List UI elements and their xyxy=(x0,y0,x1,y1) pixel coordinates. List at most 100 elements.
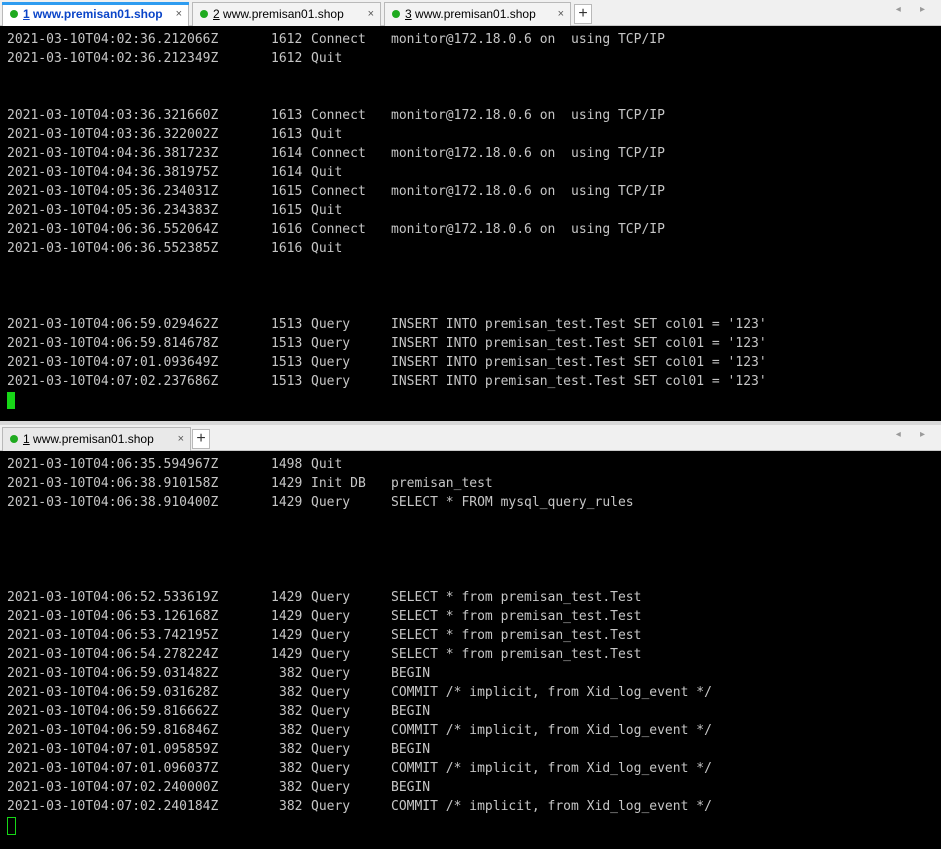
log-timestamp: 2021-03-10T04:06:59.031482Z xyxy=(7,666,219,681)
connected-status-icon xyxy=(392,10,400,18)
log-command: Connect xyxy=(311,146,366,161)
log-command: Connect xyxy=(311,32,366,47)
log-timestamp: 2021-03-10T04:07:02.240000Z xyxy=(7,780,219,795)
connected-status-icon xyxy=(10,435,18,443)
tab-label: 1 www.premisan01.shop xyxy=(23,432,154,446)
tab-session-2[interactable]: 2 www.premisan01.shop × xyxy=(192,2,381,26)
log-timestamp: 2021-03-10T04:04:36.381723Z xyxy=(7,146,219,161)
log-command: Query xyxy=(311,609,351,624)
close-tab-icon[interactable]: × xyxy=(178,428,184,450)
log-command: Query xyxy=(311,723,351,738)
log-command: Query xyxy=(311,647,351,662)
log-thread-id: 1429 xyxy=(271,590,303,605)
log-timestamp: 2021-03-10T04:06:54.278224Z xyxy=(7,647,219,662)
log-thread-id: 1614 xyxy=(271,146,303,161)
top-terminal-output[interactable]: 2021-03-10T04:02:36.212066Z 1612 Connect mo… xyxy=(0,26,941,421)
log-argument: COMMIT /* implicit, from Xid_log_event *… xyxy=(391,723,712,738)
bottom-tab-bar: 1 www.premisan01.shop × + ◂ ▸ xyxy=(0,425,941,451)
log-command: Connect xyxy=(311,108,366,123)
log-command: Query xyxy=(311,761,351,776)
log-thread-id: 1614 xyxy=(271,165,303,180)
log-argument: monitor@172.18.0.6 on using TCP/IP xyxy=(391,108,665,123)
log-argument: SELECT * from premisan_test.Test xyxy=(391,647,642,662)
log-command: Query xyxy=(311,742,351,757)
log-thread-id: 382 xyxy=(279,704,303,719)
log-timestamp: 2021-03-10T04:06:53.742195Z xyxy=(7,628,219,643)
close-tab-icon[interactable]: × xyxy=(558,3,564,25)
close-tab-icon[interactable]: × xyxy=(368,3,374,25)
log-argument: BEGIN xyxy=(391,780,431,795)
log-timestamp: 2021-03-10T04:06:36.552385Z xyxy=(7,241,219,256)
log-timestamp: 2021-03-10T04:06:36.552064Z xyxy=(7,222,219,237)
log-argument: INSERT INTO premisan_test.Test SET col01… xyxy=(391,336,767,351)
log-thread-id: 382 xyxy=(279,666,303,681)
log-timestamp: 2021-03-10T04:06:59.814678Z xyxy=(7,336,219,351)
log-thread-id: 1498 xyxy=(271,457,303,472)
log-command: Query xyxy=(311,780,351,795)
bottom-terminal-output[interactable]: 2021-03-10T04:06:35.594967Z 1498 Quit 2021-… xyxy=(0,451,941,849)
log-timestamp: 2021-03-10T04:06:38.910400Z xyxy=(7,495,219,510)
log-thread-id: 1429 xyxy=(271,647,303,662)
tab-session-1-bottom[interactable]: 1 www.premisan01.shop × xyxy=(2,427,191,451)
log-argument: SELECT * FROM mysql_query_rules xyxy=(391,495,634,510)
tab-scroll-arrows-icon[interactable]: ◂ ▸ xyxy=(896,4,933,15)
tab-session-1[interactable]: 1 www.premisan01.shop × xyxy=(2,2,189,26)
log-command: Query xyxy=(311,628,351,643)
log-thread-id: 382 xyxy=(279,780,303,795)
log-argument: INSERT INTO premisan_test.Test SET col01… xyxy=(391,374,767,389)
log-argument: SELECT * from premisan_test.Test xyxy=(391,609,642,624)
log-timestamp: 2021-03-10T04:02:36.212349Z xyxy=(7,51,219,66)
log-timestamp: 2021-03-10T04:07:01.093649Z xyxy=(7,355,219,370)
log-thread-id: 1429 xyxy=(271,476,303,491)
log-thread-id: 1616 xyxy=(271,222,303,237)
log-timestamp: 2021-03-10T04:07:01.096037Z xyxy=(7,761,219,776)
tab-label: 3 www.premisan01.shop xyxy=(405,7,536,21)
log-thread-id: 1616 xyxy=(271,241,303,256)
new-tab-button[interactable]: + xyxy=(574,4,592,24)
log-thread-id: 1612 xyxy=(271,51,303,66)
log-timestamp: 2021-03-10T04:07:01.095859Z xyxy=(7,742,219,757)
tab-label: 2 www.premisan01.shop xyxy=(213,7,344,21)
log-timestamp: 2021-03-10T04:03:36.322002Z xyxy=(7,127,219,142)
log-argument: SELECT * from premisan_test.Test xyxy=(391,590,642,605)
log-timestamp: 2021-03-10T04:06:53.126168Z xyxy=(7,609,219,624)
tab-label: 1 www.premisan01.shop xyxy=(23,7,163,21)
log-argument: COMMIT /* implicit, from Xid_log_event *… xyxy=(391,685,712,700)
log-command: Connect xyxy=(311,222,366,237)
log-command: Quit xyxy=(311,241,343,256)
log-argument: monitor@172.18.0.6 on using TCP/IP xyxy=(391,184,665,199)
log-thread-id: 1429 xyxy=(271,628,303,643)
log-argument: COMMIT /* implicit, from Xid_log_event *… xyxy=(391,761,712,776)
log-timestamp: 2021-03-10T04:03:36.321660Z xyxy=(7,108,219,123)
log-timestamp: 2021-03-10T04:05:36.234383Z xyxy=(7,203,219,218)
log-command: Query xyxy=(311,317,351,332)
log-thread-id: 1513 xyxy=(271,317,303,332)
log-timestamp: 2021-03-10T04:06:59.816662Z xyxy=(7,704,219,719)
log-thread-id: 382 xyxy=(279,761,303,776)
log-command: Quit xyxy=(311,51,343,66)
log-thread-id: 1612 xyxy=(271,32,303,47)
log-timestamp: 2021-03-10T04:05:36.234031Z xyxy=(7,184,219,199)
new-tab-button[interactable]: + xyxy=(192,429,210,449)
close-tab-icon[interactable]: × xyxy=(176,3,182,25)
log-thread-id: 1429 xyxy=(271,495,303,510)
log-command: Query xyxy=(311,336,351,351)
log-thread-id: 382 xyxy=(279,685,303,700)
log-timestamp: 2021-03-10T04:04:36.381975Z xyxy=(7,165,219,180)
log-timestamp: 2021-03-10T04:06:38.910158Z xyxy=(7,476,219,491)
log-argument: BEGIN xyxy=(391,666,431,681)
log-argument: INSERT INTO premisan_test.Test SET col01… xyxy=(391,355,767,370)
log-timestamp: 2021-03-10T04:06:59.029462Z xyxy=(7,317,219,332)
log-thread-id: 1615 xyxy=(271,203,303,218)
log-command: Query xyxy=(311,799,351,814)
log-thread-id: 1615 xyxy=(271,184,303,199)
tab-scroll-arrows-icon[interactable]: ◂ ▸ xyxy=(896,429,933,440)
log-command: Quit xyxy=(311,165,343,180)
connected-status-icon xyxy=(200,10,208,18)
log-argument: INSERT INTO premisan_test.Test SET col01… xyxy=(391,317,767,332)
log-timestamp: 2021-03-10T04:06:59.816846Z xyxy=(7,723,219,738)
log-timestamp: 2021-03-10T04:06:52.533619Z xyxy=(7,590,219,605)
tab-session-3[interactable]: 3 www.premisan01.shop × xyxy=(384,2,571,26)
log-command: Query xyxy=(311,704,351,719)
log-command: Quit xyxy=(311,457,343,472)
